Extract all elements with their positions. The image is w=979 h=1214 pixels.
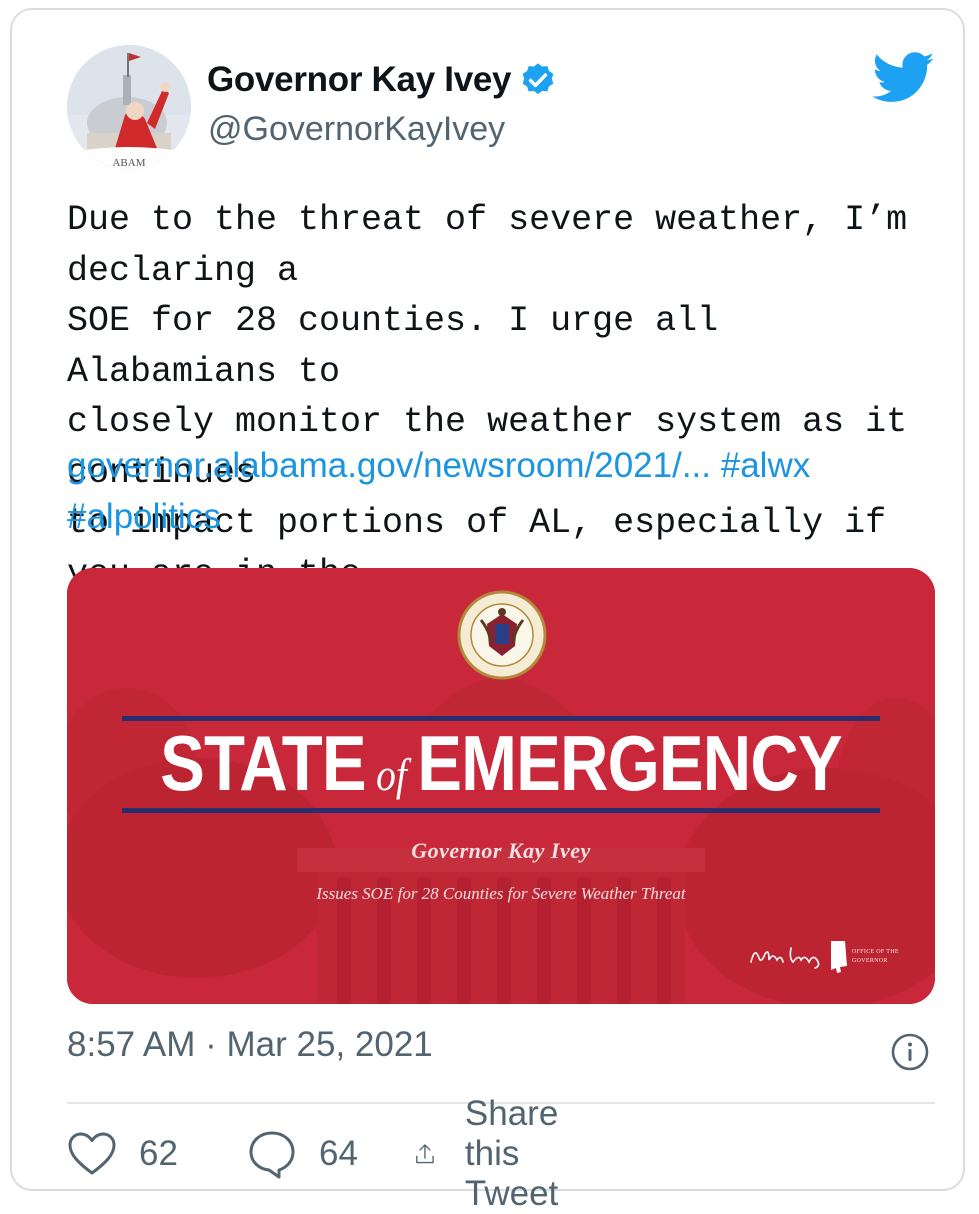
signature-image [750, 947, 820, 969]
tweet-media-image[interactable]: STATE of EMERGENCY Governor Kay Ivey Issue… [67, 568, 935, 1004]
soe-title-of: of [376, 749, 407, 800]
tweet-timestamp[interactable]: 8:57 AM · Mar 25, 2021 [67, 1025, 433, 1065]
avatar-banner-text: ABAM [112, 157, 145, 169]
hashtag-alwx[interactable]: #alwx [721, 446, 810, 485]
share-button[interactable]: Share this Tweet [415, 1094, 582, 1213]
soe-title-state: STATE [160, 719, 366, 807]
share-upload-icon [416, 1144, 434, 1164]
reply-bubble-icon [249, 1131, 295, 1179]
author-name-row: Governor Kay Ivey [207, 60, 557, 100]
reply-count: 64 [319, 1134, 358, 1173]
image-caption: Issues SOE for 28 Counties for Severe We… [316, 884, 686, 903]
author-display-name[interactable]: Governor Kay Ivey [207, 60, 512, 100]
office-of-governor-text: Office of the Governor [852, 949, 899, 964]
governor-seal-icon [457, 590, 547, 680]
alabama-state-outline-icon [831, 941, 847, 973]
image-subtitle: Governor Kay Ivey [411, 838, 591, 863]
info-icon[interactable] [890, 1032, 930, 1072]
title-rule-bottom [122, 808, 880, 813]
reply-button[interactable]: 64 [247, 1122, 358, 1186]
verified-badge-icon [522, 63, 554, 95]
soe-title: STATE of EMERGENCY [128, 718, 874, 820]
avatar[interactable]: ABAM [67, 45, 191, 169]
heart-icon [68, 1132, 116, 1175]
share-label: Share this Tweet [464, 1094, 559, 1213]
hashtag-alpolitics[interactable]: #alpolitics [67, 497, 221, 536]
like-count: 62 [139, 1134, 178, 1173]
tweet-card: ABAM Governor Kay Ivey @GovernorKayIvey … [10, 8, 965, 1213]
author-handle[interactable]: @GovernorKayIvey [208, 110, 505, 149]
like-button[interactable]: 62 [67, 1122, 178, 1186]
tweet-links: governor.alabama.gov/newsroom/2021/... #… [67, 440, 947, 542]
twitter-bird-icon[interactable] [872, 52, 936, 104]
tweet-link[interactable]: governor.alabama.gov/newsroom/2021/... [67, 446, 711, 485]
soe-title-emergency: EMERGENCY [417, 719, 842, 807]
